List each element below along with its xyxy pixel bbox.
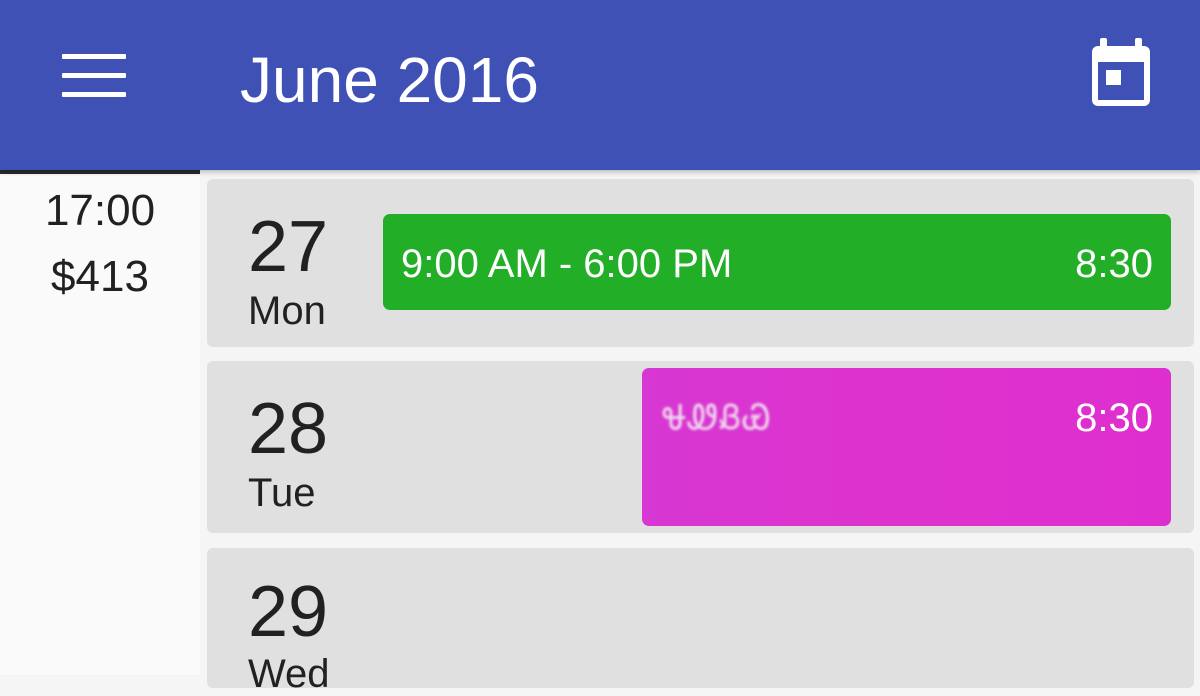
page-title: June 2016: [240, 44, 539, 116]
day-weekday: Mon: [248, 289, 326, 333]
day-number: 27: [248, 207, 329, 287]
week-indicator: [0, 170, 200, 174]
calendar-today-icon[interactable]: [1088, 38, 1154, 110]
menu-icon-line: [62, 73, 126, 78]
shift-label: ᏠᏪᏰᏯ: [662, 399, 772, 437]
menu-icon-line: [62, 54, 126, 59]
day-weekday: Tue: [248, 471, 316, 515]
day-row[interactable]: 29 Wed: [207, 548, 1194, 696]
summary-sidebar: [0, 170, 200, 675]
day-number: 28: [248, 389, 329, 469]
menu-icon[interactable]: [62, 54, 126, 98]
day-weekday: Wed: [248, 652, 330, 696]
shift-event[interactable]: 9:00 AM - 6:00 PM 8:30: [383, 214, 1171, 310]
menu-icon-line: [62, 92, 126, 97]
shift-duration: 8:30: [1075, 242, 1153, 286]
day-number: 29: [248, 572, 329, 652]
day-row[interactable]: 27 Mon 9:00 AM - 6:00 PM 8:30: [207, 179, 1194, 347]
total-pay: $413: [51, 252, 149, 301]
shift-event[interactable]: ᏠᏪᏰᏯ 8:30: [642, 368, 1171, 526]
shift-duration: 8:30: [1075, 396, 1153, 440]
app-bar: June 2016: [0, 0, 1200, 170]
total-hours: 17:00: [44, 186, 156, 235]
day-row[interactable]: 28 Tue ᏠᏪᏰᏯ 8:30: [207, 361, 1194, 533]
shift-time-range: 9:00 AM - 6:00 PM: [401, 242, 733, 286]
